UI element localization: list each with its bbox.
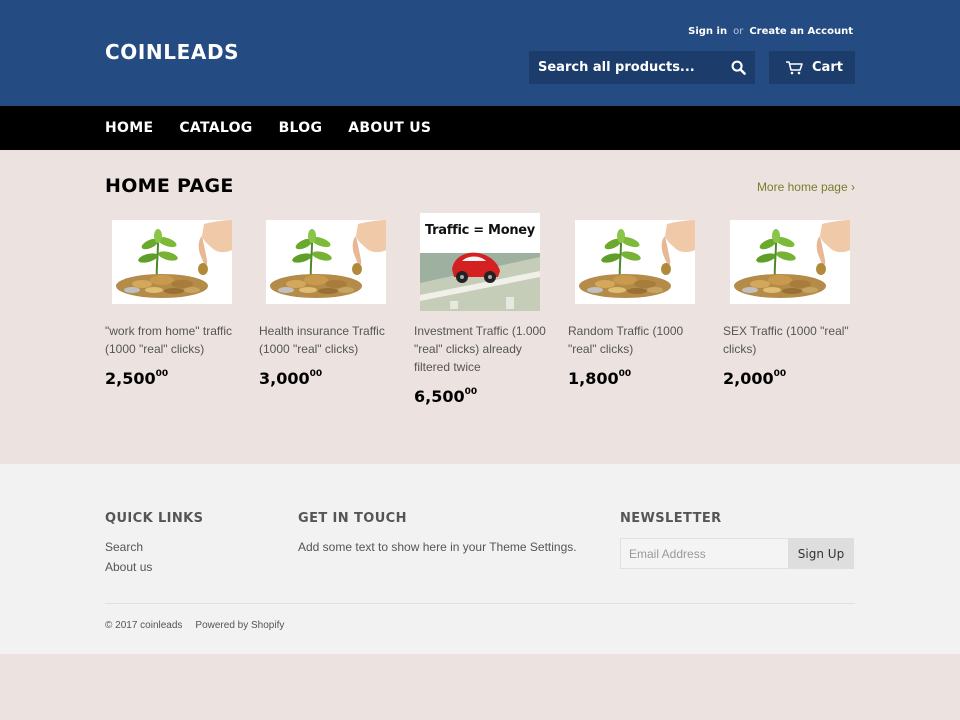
price-value: 6,500 — [414, 387, 465, 406]
product-image[interactable]: Traffic = Money — [414, 213, 548, 311]
product-price: 2,50000 — [105, 369, 168, 388]
account-links: Sign in or Create an Account — [688, 26, 853, 37]
product-grid: "work from home" traffic (1000 "real" cl… — [105, 213, 855, 443]
nav-item-home[interactable]: HOME — [105, 120, 153, 136]
create-account-link[interactable]: Create an Account — [749, 26, 853, 37]
account-or-text: or — [733, 26, 744, 37]
more-home-page-link[interactable]: More home page › — [757, 180, 855, 194]
main-nav: HOME CATALOG BLOG ABOUT US — [0, 106, 960, 150]
price-value: 3,000 — [259, 369, 310, 388]
price-cents: 00 — [155, 368, 169, 379]
nav-item-blog[interactable]: BLOG — [279, 120, 323, 136]
product-title[interactable]: Random Traffic (1000 "real" clicks) — [568, 322, 702, 358]
product-title[interactable]: SEX Traffic (1000 "real" clicks) — [723, 322, 857, 358]
product-image[interactable] — [105, 213, 239, 311]
footer-link-search[interactable]: Search — [105, 540, 143, 554]
product-image-caption: Traffic = Money — [425, 223, 535, 238]
newsletter-signup-button[interactable]: Sign Up — [788, 538, 854, 569]
product-image[interactable] — [723, 213, 857, 311]
product-price: 2,00000 — [723, 369, 786, 388]
cart-label: Cart — [812, 60, 843, 75]
quick-links-heading: QUICK LINKS — [105, 511, 204, 526]
nav-item-catalog[interactable]: CATALOG — [179, 120, 252, 136]
price-value: 2,500 — [105, 369, 156, 388]
product-image[interactable] — [568, 213, 702, 311]
footer-copyright: © 2017 coinleads Powered by Shopify — [105, 620, 297, 631]
price-value: 2,000 — [723, 369, 774, 388]
price-value: 1,800 — [568, 369, 619, 388]
nav-item-about-us[interactable]: ABOUT US — [348, 120, 431, 136]
site-header: COINLEADS Sign in or Create an Account Car… — [0, 0, 960, 106]
newsletter-email-input[interactable] — [620, 538, 790, 569]
footer-divider — [105, 603, 855, 604]
get-in-touch-heading: GET IN TOUCH — [298, 511, 407, 526]
product-price: 6,50000 — [414, 387, 477, 406]
get-in-touch-text: Add some text to show here in your Theme… — [298, 540, 577, 554]
page-title: HOME PAGE — [105, 175, 234, 197]
price-cents: 00 — [773, 368, 787, 379]
search-form — [529, 51, 755, 84]
powered-by-link[interactable]: Powered by Shopify — [195, 620, 284, 631]
product-title[interactable]: Investment Traffic (1.000 "real" clicks)… — [414, 322, 548, 376]
product-title[interactable]: Health insurance Traffic (1000 "real" cl… — [259, 322, 393, 358]
product-image[interactable] — [259, 213, 393, 311]
sign-in-link[interactable]: Sign in — [688, 26, 727, 37]
search-icon — [731, 60, 746, 75]
footer-link-about-us[interactable]: About us — [105, 560, 152, 574]
search-button[interactable] — [721, 51, 755, 84]
newsletter-heading: NEWSLETTER — [620, 511, 722, 526]
price-cents: 00 — [464, 386, 478, 397]
price-cents: 00 — [309, 368, 323, 379]
copyright-text[interactable]: © 2017 coinleads — [105, 620, 182, 631]
site-footer: QUICK LINKS Search About us GET IN TOUCH… — [0, 464, 960, 654]
product-price: 3,00000 — [259, 369, 322, 388]
cart-button[interactable]: Cart — [769, 51, 855, 84]
search-input[interactable] — [529, 51, 719, 84]
product-title[interactable]: "work from home" traffic (1000 "real" cl… — [105, 322, 239, 358]
site-logo[interactable]: COINLEADS — [105, 40, 239, 64]
product-price: 1,80000 — [568, 369, 631, 388]
price-cents: 00 — [618, 368, 632, 379]
cart-icon — [785, 60, 803, 75]
